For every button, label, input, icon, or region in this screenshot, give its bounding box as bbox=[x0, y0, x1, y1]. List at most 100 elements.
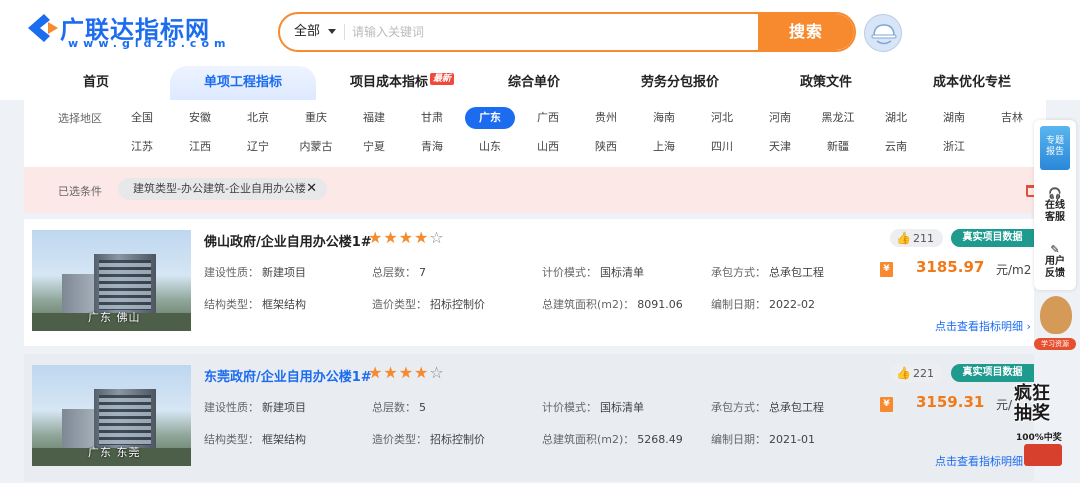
lottery-title: 疯狂 抽奖 bbox=[1014, 383, 1050, 424]
region-option[interactable]: 浙江 bbox=[929, 136, 979, 158]
field-label: 总建筑面积(m2)： bbox=[542, 298, 635, 311]
conditions-label: 已选条件 bbox=[58, 185, 102, 198]
nav-project-cost-index[interactable]: 项目成本指标 最新 bbox=[346, 66, 458, 100]
region-option[interactable]: 内蒙古 bbox=[291, 136, 341, 158]
region-option[interactable]: 贵州 bbox=[581, 107, 631, 129]
search-button[interactable]: 搜索 bbox=[758, 14, 854, 50]
nav-label: 项目成本指标 bbox=[349, 75, 428, 90]
field-value: 总承包工程 bbox=[769, 266, 824, 279]
project-thumbnail[interactable]: 广东 佛山 bbox=[32, 230, 191, 331]
region-option[interactable]: 北京 bbox=[233, 107, 283, 129]
project-name[interactable]: 佛山政府/企业自用办公楼1# bbox=[204, 231, 372, 250]
condition-tag[interactable]: 建筑类型-办公建筑-企业自用办公楼 ✕ bbox=[118, 178, 327, 200]
project-thumbnail[interactable]: 广东 东莞 bbox=[32, 365, 191, 466]
nav-home[interactable]: 首页 bbox=[60, 66, 132, 100]
region-label: 选择地区 bbox=[58, 112, 102, 125]
region-option[interactable]: 河北 bbox=[697, 107, 747, 129]
field-floors: 总层数： 5 bbox=[372, 399, 426, 415]
nav-label: 综合单价 bbox=[507, 75, 560, 90]
region-option[interactable]: 广西 bbox=[523, 107, 573, 129]
star-filled-icon: ★★★★ bbox=[368, 363, 430, 382]
result-card[interactable]: 广东 佛山 佛山政府/企业自用办公楼1# ★★★★☆ 建设性质： 新建项目 总层数… bbox=[24, 219, 1034, 346]
field-value: 框架结构 bbox=[262, 433, 306, 446]
field-pricing: 计价模式： 国标清单 bbox=[542, 399, 644, 415]
region-option[interactable]: 青海 bbox=[407, 136, 457, 158]
region-option[interactable]: 天津 bbox=[755, 136, 805, 158]
nav-policy-docs[interactable]: 政策文件 bbox=[794, 66, 858, 100]
region-option[interactable]: 甘肃 bbox=[407, 107, 457, 129]
region-option[interactable]: 安徽 bbox=[175, 107, 225, 129]
new-badge: 最新 bbox=[430, 73, 455, 85]
region-option[interactable]: 江苏 bbox=[117, 136, 167, 158]
field-label: 建设性质： bbox=[204, 401, 259, 414]
price-icon: ¥ bbox=[880, 397, 893, 412]
topic-report-button[interactable]: 专题 报告 bbox=[1040, 126, 1070, 170]
region-option[interactable]: 重庆 bbox=[291, 107, 341, 129]
search-divider bbox=[344, 24, 345, 40]
like-button[interactable]: 👍 221 bbox=[890, 364, 943, 382]
site-logo[interactable]: 广联达指标网 www.gldzb.com bbox=[22, 10, 232, 54]
online-service-button[interactable]: 🎧 在线 客服 bbox=[1034, 188, 1076, 224]
field-pricing: 计价模式： 国标清单 bbox=[542, 264, 644, 280]
feedback-label: 用户 反馈 bbox=[1045, 256, 1065, 279]
field-value: 7 bbox=[419, 266, 426, 279]
project-name[interactable]: 东莞政府/企业自用办公楼1# bbox=[204, 366, 372, 385]
field-label: 总建筑面积(m2)： bbox=[542, 433, 635, 446]
lottery-widget[interactable]: 疯狂 抽奖 100%中奖 bbox=[1006, 384, 1076, 474]
field-cost-type: 造价类型： 招标控制价 bbox=[372, 431, 485, 447]
pen-icon: ✎ bbox=[1050, 243, 1060, 256]
feedback-button[interactable]: ✎ 用户 反馈 bbox=[1034, 244, 1076, 280]
nav-label: 单项工程指标 bbox=[203, 75, 282, 90]
condition-tag-text: 建筑类型-办公建筑-企业自用办公楼 bbox=[133, 182, 306, 195]
field-value: 5268.49 bbox=[637, 433, 683, 446]
region-option[interactable]: 吉林 bbox=[987, 107, 1037, 129]
view-detail-link[interactable]: 点击查看指标明细 › bbox=[935, 318, 1031, 334]
region-option[interactable]: 山西 bbox=[523, 136, 573, 158]
region-option[interactable]: 湖南 bbox=[929, 107, 979, 129]
like-button[interactable]: 👍 211 bbox=[890, 229, 943, 247]
region-option[interactable]: 福建 bbox=[349, 107, 399, 129]
search-input[interactable] bbox=[352, 14, 752, 50]
region-option[interactable]: 江西 bbox=[175, 136, 225, 158]
region-option[interactable]: 四川 bbox=[697, 136, 747, 158]
user-avatar[interactable] bbox=[864, 14, 902, 52]
learning-resources-widget[interactable]: 学习资源 bbox=[1034, 296, 1076, 352]
field-contract: 承包方式： 总承包工程 bbox=[711, 264, 824, 280]
field-area: 总建筑面积(m2)： 5268.49 bbox=[542, 431, 683, 447]
region-option[interactable]: 海南 bbox=[639, 107, 689, 129]
unit-price: 3159.31 bbox=[916, 393, 985, 411]
region-option[interactable]: 山东 bbox=[465, 136, 515, 158]
nav-unit-price[interactable]: 综合单价 bbox=[496, 66, 572, 100]
region-option[interactable]: 宁夏 bbox=[349, 136, 399, 158]
field-value: 招标控制价 bbox=[430, 298, 485, 311]
region-option[interactable]: 河南 bbox=[755, 107, 805, 129]
deer-mascot-icon bbox=[1040, 296, 1072, 334]
star-filled-icon: ★★★★ bbox=[368, 228, 430, 247]
field-area: 总建筑面积(m2)： 8091.06 bbox=[542, 296, 683, 312]
nav-label: 成本优化专栏 bbox=[932, 75, 1011, 90]
close-icon[interactable]: ✕ bbox=[306, 178, 317, 200]
result-card[interactable]: 广东 东莞 东莞政府/企业自用办公楼1# ★★★★☆ 建设性质： 新建项目 总层数… bbox=[24, 354, 1034, 481]
region-option[interactable]: 新疆 bbox=[813, 136, 863, 158]
region-option[interactable]: 广东 bbox=[465, 107, 515, 129]
headset-icon: 🎧 bbox=[1048, 187, 1062, 200]
nav-labor-quote[interactable]: 劳务分包报价 bbox=[632, 66, 728, 100]
like-count: 211 bbox=[912, 232, 934, 245]
region-option[interactable]: 湖北 bbox=[871, 107, 921, 129]
region-option[interactable]: 陕西 bbox=[581, 136, 631, 158]
region-option[interactable]: 黑龙江 bbox=[813, 107, 863, 129]
nav-single-project-index[interactable]: 单项工程指标 bbox=[170, 66, 316, 100]
field-value: 5 bbox=[419, 401, 426, 414]
region-option[interactable]: 上海 bbox=[639, 136, 689, 158]
region-option[interactable]: 全国 bbox=[117, 107, 167, 129]
field-label: 结构类型： bbox=[204, 298, 259, 311]
field-value: 8091.06 bbox=[637, 298, 683, 311]
field-label: 承包方式： bbox=[711, 401, 766, 414]
field-label: 造价类型： bbox=[372, 298, 427, 311]
field-value: 总承包工程 bbox=[769, 401, 824, 414]
nav-cost-optimization[interactable]: 成本优化专栏 bbox=[928, 66, 1016, 100]
field-value: 国标清单 bbox=[600, 266, 644, 279]
thumbs-up-icon: 👍 bbox=[896, 231, 911, 245]
region-option[interactable]: 云南 bbox=[871, 136, 921, 158]
region-option[interactable]: 辽宁 bbox=[233, 136, 283, 158]
